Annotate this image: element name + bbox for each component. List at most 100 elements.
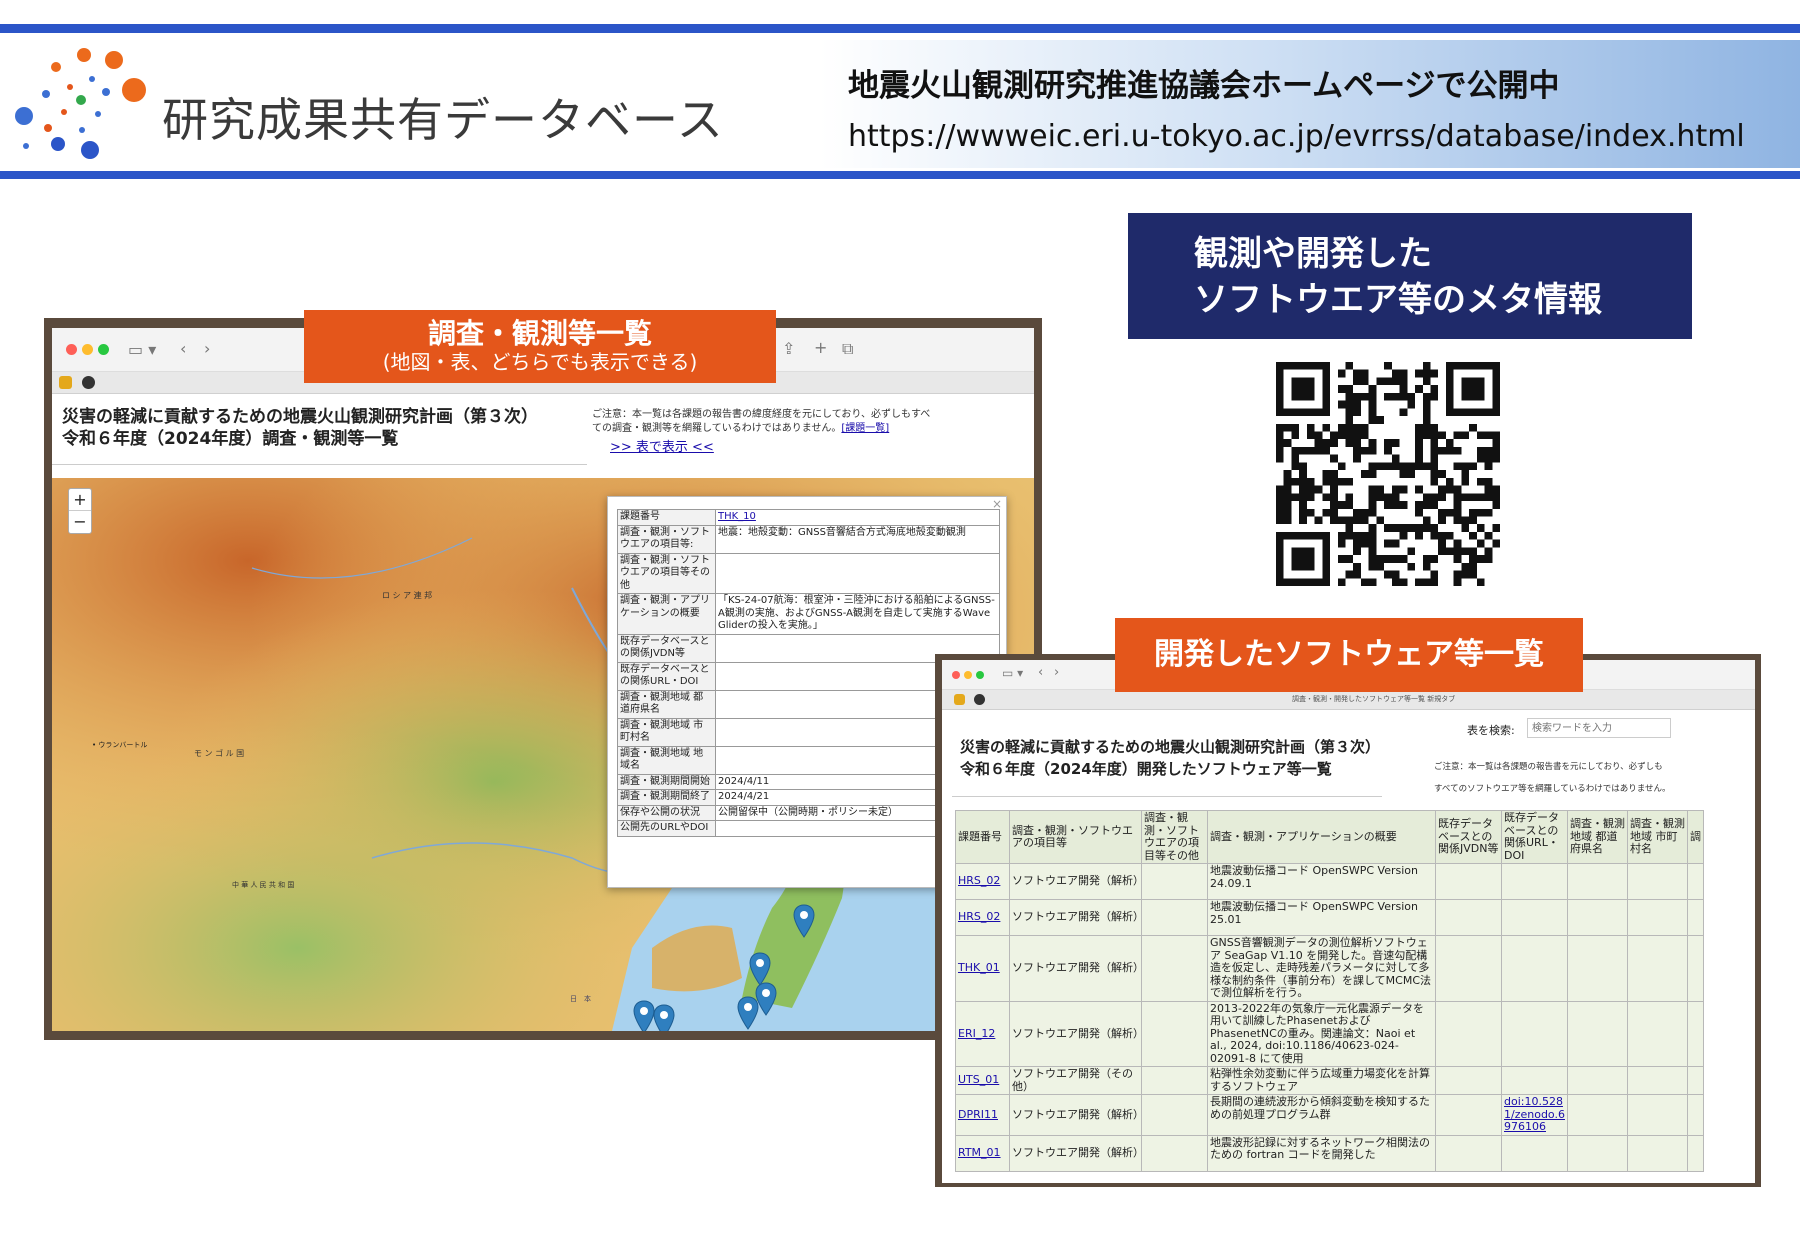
cell-summary: 地震波形記録に対するネットワーク相関法のための fortran コードを開発した [1207, 1134, 1436, 1172]
zoom-in-button[interactable]: + [69, 489, 91, 511]
minimize-dot[interactable] [82, 344, 93, 355]
cell-empty [1567, 1000, 1628, 1067]
notice-text: ご注意：本一覧は各課題の報告書の緯度経度を元にしており、必ずしもすべ ての調査・… [592, 409, 931, 434]
cell-empty [1687, 1066, 1704, 1095]
forward-icon[interactable]: › [204, 339, 210, 358]
popup-row: 調査・観測・ソフトウエアの項目等その他 [617, 552, 1000, 594]
column-header[interactable]: 既存データベースとの関係JVDN等 [1435, 810, 1502, 864]
popup-close-button[interactable]: × [992, 497, 1002, 511]
column-header[interactable]: 調 [1687, 810, 1704, 864]
cell-id[interactable]: UTS_01 [955, 1066, 1010, 1095]
popup-value[interactable]: THK_10 [715, 509, 1000, 526]
cell-empty [1627, 1066, 1688, 1095]
cell-other [1141, 863, 1208, 900]
table-row: UTS_01 ソフトウエア開発（その他） 粘弾性余効変動に伴う広域重力場変化を計算す… [955, 1066, 1704, 1095]
cell-id[interactable]: THK_01 [955, 935, 1010, 1002]
cell-id[interactable]: HRS_02 [955, 899, 1010, 936]
cell-jvdn [1435, 863, 1502, 900]
cell-summary: 地震波動伝播コード OpenSWPC Version 25.01 [1207, 899, 1436, 936]
table-search-input[interactable] [1527, 718, 1671, 738]
header-url[interactable]: https://wwweic.eri.u-tokyo.ac.jp/evrrss/… [848, 119, 1745, 154]
cell-empty [1687, 899, 1704, 936]
cell-empty [1567, 1094, 1628, 1136]
github-icon[interactable] [82, 376, 95, 389]
task-id-link[interactable]: RTM_01 [958, 1146, 1001, 1159]
back-icon[interactable]: ‹ [180, 339, 186, 358]
software-browser-window: ▭ ▾ ‹ › 調査・観測・開発したソフトウェア等一覧 新規タブ 災害の軽減に貢… [942, 660, 1755, 1183]
cell-summary: 粘弾性余効変動に伴う広域重力場変化を計算するソフトウェア [1207, 1066, 1436, 1095]
forward-icon[interactable]: › [1054, 665, 1059, 680]
qr-code-icon[interactable] [1276, 362, 1500, 586]
cell-empty [1687, 863, 1704, 900]
task-id-link[interactable]: HRS_02 [958, 874, 1000, 888]
show-table-link[interactable]: >> 表で表示 << [610, 436, 714, 455]
task-id-link[interactable]: THK_10 [718, 511, 756, 522]
divider [952, 796, 1382, 797]
tab-title[interactable]: 調査・観測・開発したソフトウェア等一覧 新規タブ [1292, 694, 1455, 704]
close-dot[interactable] [952, 671, 960, 679]
new-tab-icon[interactable]: + [814, 338, 827, 357]
cell-id[interactable]: RTM_01 [955, 1134, 1010, 1172]
tabs-overview-icon[interactable]: ⧉ [842, 339, 853, 359]
cell-jvdn [1435, 899, 1502, 936]
column-header[interactable]: 調査・観測・アプリケーションの概要 [1207, 810, 1436, 864]
meta-info-box: 観測や開発した ソフトウエア等のメタ情報 [1128, 213, 1692, 339]
sidebar-icon[interactable]: ▭ ▾ [1002, 666, 1023, 680]
task-id-link[interactable]: THK_01 [958, 961, 1000, 974]
task-id-link[interactable]: UTS_01 [958, 1073, 999, 1087]
sidebar-icon[interactable]: ▭ ▾ [128, 340, 156, 359]
cell-empty [1687, 1094, 1704, 1136]
cell-id[interactable]: DPRI11 [955, 1094, 1010, 1136]
task-id-link[interactable]: HRS_02 [958, 910, 1000, 924]
cell-empty [1687, 1000, 1704, 1067]
column-header[interactable]: 調査・観測地域 市町村名 [1627, 810, 1688, 864]
column-header[interactable]: 調査・観測・ソフトウエアの項目等 [1009, 810, 1142, 864]
task-id-link[interactable]: DPRI11 [958, 1108, 998, 1121]
map-marker-icon[interactable] [652, 1004, 676, 1031]
cell-item: ソフトウエア開発（解析） [1009, 1094, 1142, 1136]
back-icon[interactable]: ‹ [1038, 665, 1043, 680]
share-icon[interactable]: ⇪ [782, 339, 795, 358]
github-icon[interactable] [974, 694, 985, 705]
cell-doi[interactable]: doi:10.5281/zenodo.6976106 [1501, 1094, 1568, 1136]
cell-doi [1501, 1134, 1568, 1172]
cell-jvdn [1435, 1094, 1502, 1136]
cell-empty [1567, 1134, 1628, 1172]
cell-item: ソフトウエア開発（その他） [1009, 1066, 1142, 1095]
page-title: 災害の軽減に貢献するための地震火山観測研究計画（第３次） 令和６年度（2024年… [960, 738, 1381, 778]
doi-link[interactable]: doi:10.5281/zenodo.6976106 [1504, 1095, 1565, 1133]
map-marker-icon[interactable] [792, 904, 816, 938]
popup-value [715, 552, 1000, 594]
cell-jvdn [1435, 935, 1502, 1002]
zoom-dot[interactable] [98, 344, 109, 355]
column-header[interactable]: 既存データベースとの関係URL・DOI [1501, 810, 1568, 864]
bookmarks-bar: 調査・観測・開発したソフトウェア等一覧 新規タブ [942, 690, 1755, 710]
meta-info-line2: ソフトウエア等のメタ情報 [1194, 280, 1602, 320]
zoom-dot[interactable] [976, 671, 984, 679]
cell-id[interactable]: ERI_12 [955, 1000, 1010, 1067]
popup-key: 公開先のURLやDOI [617, 820, 716, 837]
bookmark-icon[interactable] [59, 376, 72, 389]
meta-info-line1: 観測や開発した [1194, 234, 1432, 274]
popup-key: 調査・観測・アプリケーションの概要 [617, 593, 716, 635]
close-dot[interactable] [66, 344, 77, 355]
task-list-link[interactable]: [課題一覧] [841, 423, 889, 434]
survey-list-banner: 調査・観測等一覧 (地図・表、どちらでも表示できる) [304, 310, 776, 383]
popup-key: 調査・観測地域 都道府県名 [617, 689, 716, 719]
cell-id[interactable]: HRS_02 [955, 863, 1010, 900]
column-header[interactable]: 調査・観測・ソフトウエアの項目等その他 [1141, 810, 1208, 864]
column-header[interactable]: 調査・観測地域 都道府県名 [1567, 810, 1628, 864]
zoom-out-button[interactable]: − [69, 511, 91, 533]
cell-jvdn [1435, 1066, 1502, 1095]
header-announcement: 地震火山観測研究推進協議会ホームページで公開中 [848, 68, 1560, 104]
page-title: 災害の軽減に貢献するための地震火山観測研究計画（第３次） 令和６年度（2024年… [62, 407, 538, 449]
map-marker-icon[interactable] [736, 996, 760, 1030]
bookmark-icon[interactable] [954, 694, 965, 705]
column-header[interactable]: 課題番号 [955, 810, 1010, 864]
map-marker-icon[interactable] [748, 952, 772, 986]
task-id-link[interactable]: ERI_12 [958, 1027, 995, 1040]
cell-empty [1627, 1134, 1688, 1172]
cell-empty [1567, 1066, 1628, 1095]
minimize-dot[interactable] [964, 671, 972, 679]
database-logo-icon [15, 48, 146, 159]
